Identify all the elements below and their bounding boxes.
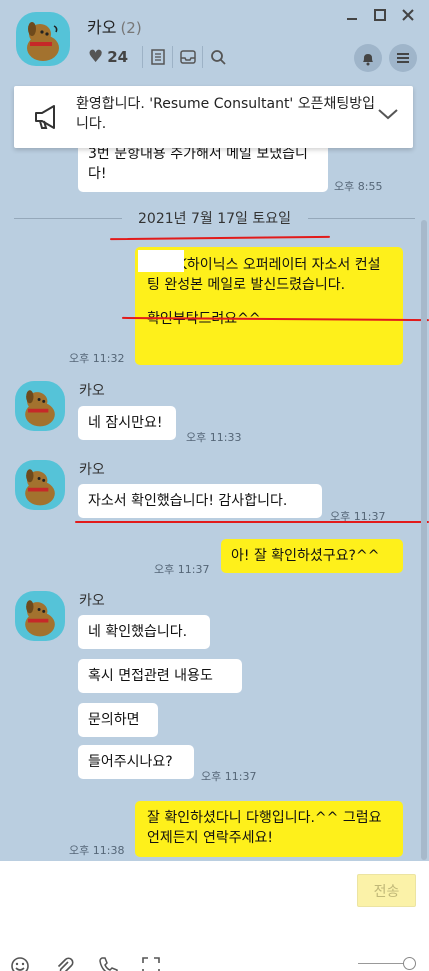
search-icon[interactable] <box>202 46 232 68</box>
like-count: 24 <box>107 48 129 66</box>
message-time: 오후 11:38 <box>69 844 125 857</box>
notice-text: 환영합니다. 'Resume Consultant' 오픈채팅방입니다. <box>76 96 376 132</box>
megaphone-icon <box>35 105 55 129</box>
avatar[interactable] <box>15 381 65 431</box>
message-text: 아! 잘 확인하셨구요?^^ <box>231 548 380 564</box>
attach-file-icon[interactable] <box>54 956 74 971</box>
message-input-area[interactable]: 전송 <box>0 861 429 971</box>
message-text: 잘 확인하셨다니 다행입니다.^^ 그럼요 언제든지 연락주세요! <box>147 810 382 846</box>
emoticon-icon[interactable] <box>10 956 30 971</box>
redaction-box <box>138 250 184 272</box>
message-bubble-other[interactable]: 문의하면 <box>78 703 158 737</box>
message-time: 오후 11:32 <box>69 352 125 365</box>
avatar[interactable] <box>15 460 65 510</box>
opacity-slider-track[interactable] <box>358 963 408 964</box>
chat-profile-image[interactable] <box>16 12 70 66</box>
bell-icon <box>363 53 373 65</box>
menu-button[interactable] <box>389 44 417 72</box>
notice-board-icon[interactable] <box>142 46 172 68</box>
message-text: 들어주시나요? <box>88 754 173 770</box>
message-time: 오후 11:33 <box>186 431 242 444</box>
header-meta: ♥ 24 <box>88 46 232 68</box>
annotation-underline <box>109 235 331 241</box>
message-text: 네 잠시만요! <box>88 415 163 431</box>
date-line-right <box>308 218 415 219</box>
message-text: 3번 문항내용 추가해서 메일 보냈습니다! <box>88 146 308 182</box>
screen-capture-icon[interactable] <box>141 956 161 971</box>
message-text: 자소서 확인했습니다! 감사합니다. <box>88 493 288 509</box>
inbox-icon[interactable] <box>172 46 202 68</box>
message-bubble-other[interactable]: 네 확인했습니다. <box>78 615 210 649</box>
chat-title-text: 카오 <box>87 18 117 37</box>
notice-banner[interactable]: 환영합니다. 'Resume Consultant' 오픈채팅방입니다. <box>14 86 413 148</box>
message-bubble-mine[interactable]: 잘 확인하셨다니 다행입니다.^^ 그럼요 언제든지 연락주세요! <box>135 801 403 857</box>
message-bubble-other[interactable]: 들어주시나요? <box>78 745 194 779</box>
call-icon[interactable] <box>98 956 118 971</box>
sender-name: 카오 <box>79 462 105 478</box>
annotation-underline <box>75 521 429 523</box>
message-bubble-other[interactable]: 자소서 확인했습니다! 감사합니다. <box>78 484 322 518</box>
chat-header: 카오 (2) ♥ 24 <box>0 0 429 86</box>
window-controls <box>345 8 415 22</box>
chevron-down-icon[interactable] <box>377 106 399 122</box>
message-time: 오후 8:55 <box>334 180 383 193</box>
message-text: 네 확인했습니다. <box>88 624 188 640</box>
minimize-icon[interactable] <box>345 8 359 22</box>
maximize-icon[interactable] <box>373 8 387 22</box>
message-bubble-other[interactable]: 혹시 면접관련 내용도 <box>78 659 242 693</box>
sender-name: 카오 <box>79 383 105 399</box>
avatar[interactable] <box>15 591 65 641</box>
sender-name: 카오 <box>79 593 105 609</box>
message-time: 오후 11:37 <box>154 563 210 576</box>
chat-scrollbar[interactable] <box>421 220 427 860</box>
chat-title: 카오 (2) <box>87 14 142 38</box>
opacity-slider-knob[interactable] <box>403 957 416 970</box>
message-text: 문의하면 <box>88 712 140 728</box>
message-text: 혹시 면접관련 내용도 <box>88 668 213 684</box>
message-time: 오후 11:37 <box>201 770 257 783</box>
heart-icon[interactable]: ♥ <box>88 47 103 67</box>
message-bubble-mine[interactable]: 아! 잘 확인하셨구요?^^ <box>221 539 403 573</box>
close-icon[interactable] <box>401 8 415 22</box>
member-count: (2) <box>120 19 142 37</box>
message-bubble-other[interactable]: 네 잠시만요! <box>78 406 176 440</box>
date-separator: 2021년 7월 17일 토요일 <box>14 207 415 229</box>
hamburger-icon <box>397 53 409 63</box>
send-button[interactable]: 전송 <box>357 874 416 907</box>
notification-bell-button[interactable] <box>354 44 382 72</box>
